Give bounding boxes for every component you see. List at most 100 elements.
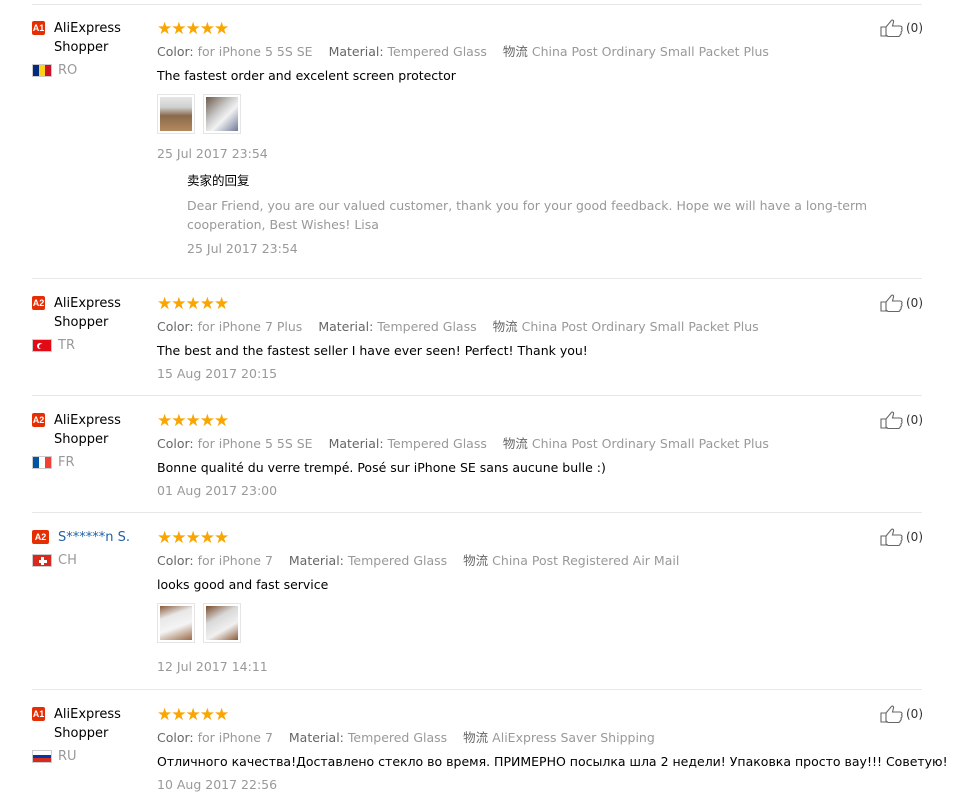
thumbs-up-icon (880, 705, 903, 723)
helpful-button[interactable]: (0) (880, 528, 923, 546)
attr-material: Tempered Glass (347, 553, 448, 568)
attr-label: Material: (328, 436, 384, 451)
seller-reply-title: 卖家的回复 (187, 173, 250, 188)
reviewer-info: A2 AliExpress Shopper FR (32, 411, 150, 470)
attr-label: 物流 (492, 319, 518, 334)
star-rating: ★★★★★ (157, 294, 229, 314)
buyer-level-badge: A1 (32, 707, 46, 721)
review-divider (32, 395, 922, 396)
attr-shipping: China Post Ordinary Small Packet Plus (531, 44, 769, 59)
buyer-level-badge: A1 (32, 21, 46, 35)
attr-color: for iPhone 7 (197, 730, 273, 745)
reviewer-info: A1 AliExpress Shopper RO (32, 19, 150, 78)
country-code: RO (58, 63, 78, 78)
attr-shipping: China Post Ordinary Small Packet Plus (531, 436, 769, 451)
review-date: 10 Aug 2017 22:56 (157, 777, 278, 792)
review-date: 15 Aug 2017 20:15 (157, 366, 278, 381)
helpful-count: (0) (906, 413, 923, 427)
country-code: TR (58, 338, 75, 353)
attr-label: 物流 (463, 553, 489, 568)
reviewer-country: TR (32, 338, 150, 353)
country-code: RU (58, 749, 77, 764)
attr-label: 物流 (502, 436, 528, 451)
product-attributes: Color: for iPhone 5 5S SE Material: Temp… (157, 43, 927, 61)
reviewer-name: AliExpress Shopper (54, 296, 121, 330)
attr-label: Color: (157, 553, 194, 568)
thumbs-up-icon (880, 19, 903, 37)
country-code: FR (58, 455, 75, 470)
reviewer-country: CH (32, 553, 150, 568)
reviewer-name: AliExpress Shopper (54, 707, 121, 741)
attr-color: for iPhone 5 5S SE (197, 44, 313, 59)
review-photo-thumbnail[interactable] (157, 94, 195, 134)
star-rating: ★★★★★ (157, 705, 229, 725)
reviewer-country: RO (32, 63, 150, 78)
review-text: The best and the fastest seller I have e… (157, 343, 588, 358)
reviewer-info: A2 S******n S. CH (32, 528, 150, 568)
review-divider (32, 689, 922, 690)
attr-label: Color: (157, 319, 194, 334)
attr-material: Tempered Glass (347, 730, 448, 745)
flag-fr-icon (32, 456, 52, 469)
helpful-button[interactable]: (0) (880, 411, 923, 429)
attr-label: Color: (157, 730, 194, 745)
helpful-button[interactable]: (0) (880, 19, 923, 37)
helpful-count: (0) (906, 296, 923, 310)
attr-color: for iPhone 5 5S SE (197, 436, 313, 451)
product-attributes: Color: for iPhone 7 Material: Tempered G… (157, 552, 927, 570)
country-code: CH (58, 553, 77, 568)
seller-reply-date: 25 Jul 2017 23:54 (187, 241, 298, 256)
attr-label: Color: (157, 44, 194, 59)
attr-color: for iPhone 7 Plus (197, 319, 303, 334)
star-rating: ★★★★★ (157, 528, 229, 548)
reviewer-country: FR (32, 455, 150, 470)
seller-reply: 卖家的回复 Dear Friend, you are our valued cu… (187, 172, 927, 258)
flag-ch-icon (32, 554, 52, 567)
reviewer-info: A1 AliExpress Shopper RU (32, 705, 150, 764)
product-attributes: Color: for iPhone 7 Material: Tempered G… (157, 729, 927, 747)
helpful-button[interactable]: (0) (880, 705, 923, 723)
helpful-count: (0) (906, 530, 923, 544)
review-text: Bonne qualité du verre trempé. Posé sur … (157, 460, 606, 475)
buyer-level-badge: A2 (32, 530, 49, 544)
review-photo-thumbnail[interactable] (157, 603, 195, 643)
attr-shipping: China Post Ordinary Small Packet Plus (521, 319, 759, 334)
flag-ro-icon (32, 64, 52, 77)
attr-label: Material: (328, 44, 384, 59)
review-text: Отличного качества!Доставлено стекло во … (157, 754, 948, 769)
review-date: 01 Aug 2017 23:00 (157, 483, 278, 498)
product-attributes: Color: for iPhone 7 Plus Material: Tempe… (157, 318, 927, 336)
attr-label: Material: (288, 730, 344, 745)
attr-label: Color: (157, 436, 194, 451)
buyer-level-badge: A2 (32, 296, 46, 310)
attr-label: 物流 (502, 44, 528, 59)
flag-tr-icon (32, 339, 52, 352)
reviewer-name: AliExpress Shopper (54, 413, 121, 447)
star-rating: ★★★★★ (157, 411, 229, 431)
thumbs-up-icon (880, 294, 903, 312)
attr-label: Material: (288, 553, 344, 568)
review-photo-thumbnail[interactable] (203, 94, 241, 134)
reviewer-country: RU (32, 749, 150, 764)
product-attributes: Color: for iPhone 5 5S SE Material: Temp… (157, 435, 927, 453)
star-rating: ★★★★★ (157, 19, 229, 39)
reviewer-name: AliExpress Shopper (54, 21, 121, 55)
attr-material: Tempered Glass (387, 44, 487, 59)
review-date: 12 Jul 2017 14:11 (157, 659, 268, 674)
helpful-count: (0) (906, 707, 923, 721)
review-photo-thumbnail[interactable] (203, 603, 241, 643)
thumbs-up-icon (880, 528, 903, 546)
review-divider (32, 278, 922, 279)
attr-material: Tempered Glass (387, 436, 487, 451)
reviewer-info: A2 AliExpress Shopper TR (32, 294, 150, 353)
attr-material: Tempered Glass (377, 319, 477, 334)
helpful-button[interactable]: (0) (880, 294, 923, 312)
review-text: looks good and fast service (157, 577, 329, 592)
buyer-level-badge: A2 (32, 413, 46, 427)
attr-label: Material: (318, 319, 374, 334)
review-photos (157, 94, 927, 134)
attr-color: for iPhone 7 (197, 553, 273, 568)
reviewer-name-link[interactable]: S******n S. (58, 528, 130, 547)
review-photos (157, 603, 927, 643)
top-divider (32, 4, 922, 5)
